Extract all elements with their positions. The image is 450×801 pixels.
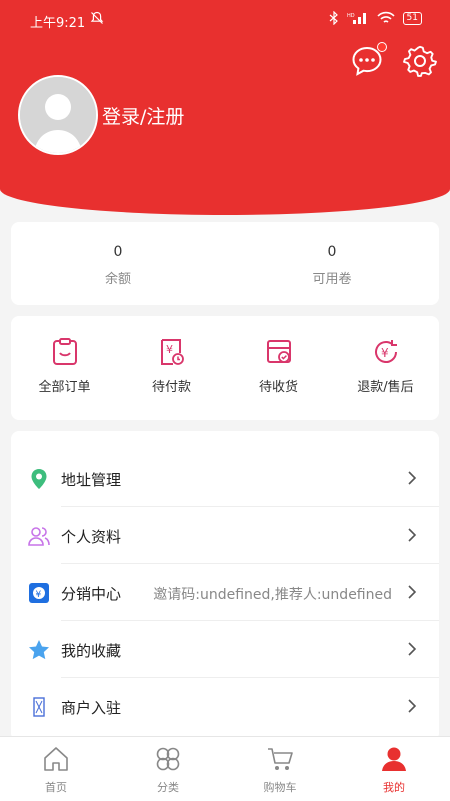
menu-item-address-label: 地址管理 <box>61 471 122 489</box>
chevron-right-icon <box>408 699 417 713</box>
chevron-right-icon <box>408 585 417 599</box>
yen-refund-icon: ¥ <box>374 340 397 363</box>
tab-cart-label: 购物车 <box>263 781 297 794</box>
menu-item-favorites-label: 我的收藏 <box>61 642 122 660</box>
login-register-link[interactable]: 登录/注册 <box>102 102 184 129</box>
invite-code-info: 邀请码:undefined,推荐人:undefined <box>153 587 392 603</box>
tab-category-label: 分类 <box>157 781 179 794</box>
home-icon <box>44 747 68 771</box>
balance-card: 0 余额 0 可用卷 <box>11 222 439 305</box>
pending-receipt-button[interactable]: 待收货 <box>225 316 332 395</box>
all-orders-label: 全部订单 <box>38 380 91 395</box>
cart-icon <box>268 748 293 770</box>
status-icons: HD 51 <box>329 11 422 25</box>
pending-payment-button[interactable]: ¥ 待付款 <box>118 316 225 395</box>
balance-label: 余额 <box>104 272 131 287</box>
distribution-icon: ¥ <box>29 583 49 603</box>
status-time: 上午9:21 <box>30 16 86 31</box>
package-check-icon <box>266 340 291 363</box>
chevron-right-icon <box>408 471 417 485</box>
bottom-tab-bar: 首页 分类 购物车 我的 <box>0 736 450 801</box>
users-icon <box>28 527 50 546</box>
location-pin-icon <box>31 469 47 489</box>
pending-payment-label: 待付款 <box>151 380 191 395</box>
balance-stat[interactable]: 0 余额 <box>11 222 225 287</box>
tab-home-label: 首页 <box>45 781 67 794</box>
settings-gear-icon[interactable] <box>403 44 437 78</box>
profile-header: 上午9:21 HD 51 登录/注册 <box>0 0 450 215</box>
avatar[interactable] <box>18 75 98 155</box>
menu-item-distribution[interactable]: ¥ 分销中心 邀请码:undefined,推荐人:undefined <box>11 564 439 621</box>
default-avatar-icon <box>20 77 96 153</box>
menu-item-profile-label: 个人资料 <box>61 528 122 546</box>
status-bar: 上午9:21 HD 51 <box>0 0 450 40</box>
chevron-right-icon <box>408 528 417 542</box>
pending-receipt-label: 待收货 <box>258 380 298 395</box>
tab-profile[interactable]: 我的 <box>338 737 450 795</box>
svg-text:¥: ¥ <box>166 343 173 356</box>
category-icon <box>156 747 180 771</box>
orders-card: 全部订单 ¥ 待付款 待收货 ¥ 退款/售后 <box>11 316 439 420</box>
message-badge-dot <box>377 42 387 52</box>
yen-receipt-icon: ¥ <box>160 339 184 365</box>
coupon-label: 可用卷 <box>312 272 352 287</box>
tab-home[interactable]: 首页 <box>0 737 112 795</box>
balance-value: 0 <box>113 244 123 260</box>
merchant-icon <box>33 697 45 717</box>
menu-item-merchant-label: 商户入驻 <box>61 699 122 717</box>
refund-aftersales-label: 退款/售后 <box>357 380 414 395</box>
all-orders-button[interactable]: 全部订单 <box>11 316 118 395</box>
star-icon <box>29 640 49 660</box>
menu-item-distribution-label: 分销中心 <box>61 585 122 603</box>
svg-text:HD: HD <box>347 13 355 19</box>
refund-aftersales-button[interactable]: ¥ 退款/售后 <box>332 316 439 395</box>
signal-icon: HD <box>347 13 366 24</box>
tab-category[interactable]: 分类 <box>112 737 224 795</box>
clipboard-icon <box>52 338 77 365</box>
profile-icon <box>382 747 406 771</box>
battery-indicator: 51 <box>402 11 422 25</box>
svg-text:¥: ¥ <box>36 590 42 600</box>
coupon-stat[interactable]: 0 可用卷 <box>225 222 439 287</box>
menu-item-favorites[interactable]: 我的收藏 <box>11 621 439 678</box>
coupon-value: 0 <box>327 244 337 260</box>
menu-item-merchant[interactable]: 商户入驻 <box>11 678 439 735</box>
tab-profile-label: 我的 <box>383 781 405 794</box>
tab-cart[interactable]: 购物车 <box>224 737 336 795</box>
bluetooth-icon <box>329 11 338 25</box>
menu-item-profile[interactable]: 个人资料 <box>11 507 439 564</box>
chevron-right-icon <box>408 642 417 656</box>
menu-item-address[interactable]: 地址管理 <box>11 450 439 507</box>
wifi-icon <box>376 11 395 23</box>
bell-muted-icon <box>90 11 104 24</box>
svg-text:¥: ¥ <box>381 346 389 360</box>
menu-card: 地址管理 个人资料 ¥ 分销中心 邀请码:undefined,推荐人:undef… <box>11 431 439 741</box>
